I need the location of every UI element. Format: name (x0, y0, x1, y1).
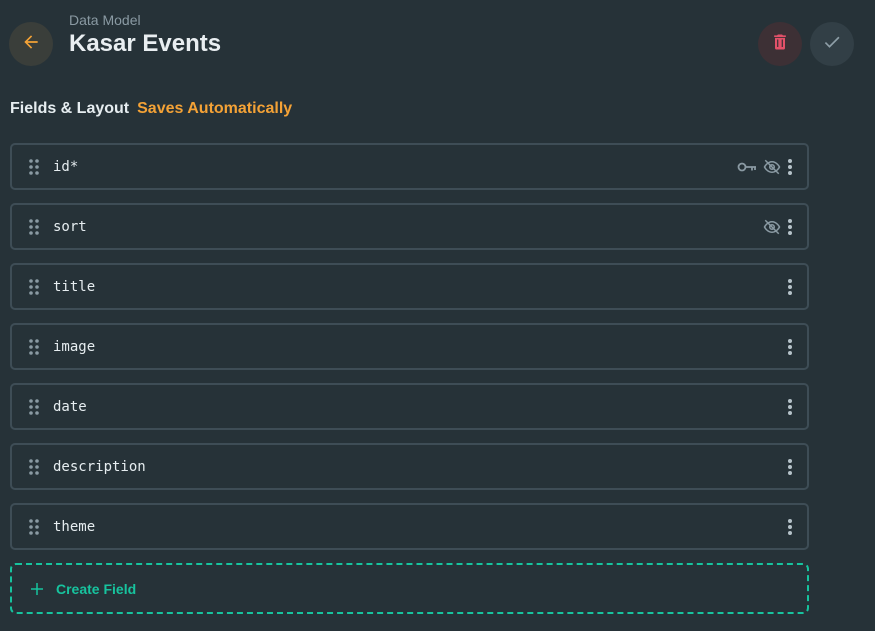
field-row[interactable]: id* (10, 143, 809, 190)
drag-handle-icon[interactable] (25, 218, 43, 236)
more-vertical-icon[interactable] (787, 398, 793, 416)
field-row[interactable]: title (10, 263, 809, 310)
field-row[interactable]: date (10, 383, 809, 430)
field-row[interactable]: sort (10, 203, 809, 250)
field-name: id* (53, 158, 79, 175)
create-field-button[interactable]: Create Field (10, 563, 809, 614)
drag-handle-icon[interactable] (25, 278, 43, 296)
page-title: Kasar Events (69, 30, 222, 57)
field-actions (787, 338, 793, 356)
field-actions (787, 278, 793, 296)
delete-button[interactable] (758, 22, 802, 66)
more-vertical-icon[interactable] (787, 278, 793, 296)
field-actions (787, 458, 793, 476)
key-icon (737, 161, 757, 173)
field-actions (737, 158, 793, 176)
breadcrumb: Data Model (69, 12, 141, 28)
field-actions (763, 218, 793, 236)
save-button[interactable] (810, 22, 854, 66)
eye-off-icon (763, 218, 781, 236)
arrow-left-icon (21, 32, 41, 57)
field-row[interactable]: image (10, 323, 809, 370)
more-vertical-icon[interactable] (787, 458, 793, 476)
field-actions (787, 518, 793, 536)
field-name: description (53, 458, 146, 475)
more-vertical-icon[interactable] (787, 158, 793, 176)
create-field-label: Create Field (56, 580, 137, 597)
drag-handle-icon[interactable] (25, 458, 43, 476)
field-actions (787, 398, 793, 416)
more-vertical-icon[interactable] (787, 338, 793, 356)
back-button[interactable] (9, 22, 53, 66)
more-vertical-icon[interactable] (787, 518, 793, 536)
more-vertical-icon[interactable] (787, 218, 793, 236)
field-name: sort (53, 218, 87, 235)
field-name: theme (53, 518, 96, 535)
eye-off-icon (763, 158, 781, 176)
autosave-status: Saves Automatically (137, 100, 293, 117)
trash-icon (770, 32, 790, 57)
section-title: Fields & Layout (10, 100, 130, 117)
drag-handle-icon[interactable] (25, 518, 43, 536)
page-header: Data Model Kasar Events (69, 12, 221, 59)
field-name: date (53, 398, 87, 415)
field-row[interactable]: theme (10, 503, 809, 550)
drag-handle-icon[interactable] (25, 158, 43, 176)
section-header: Fields & Layout Saves Automatically (10, 100, 292, 118)
check-icon (822, 32, 842, 57)
field-name: title (53, 278, 96, 295)
field-row[interactable]: description (10, 443, 809, 490)
field-name: image (53, 338, 96, 355)
plus-icon (28, 580, 46, 598)
drag-handle-icon[interactable] (25, 398, 43, 416)
drag-handle-icon[interactable] (25, 338, 43, 356)
